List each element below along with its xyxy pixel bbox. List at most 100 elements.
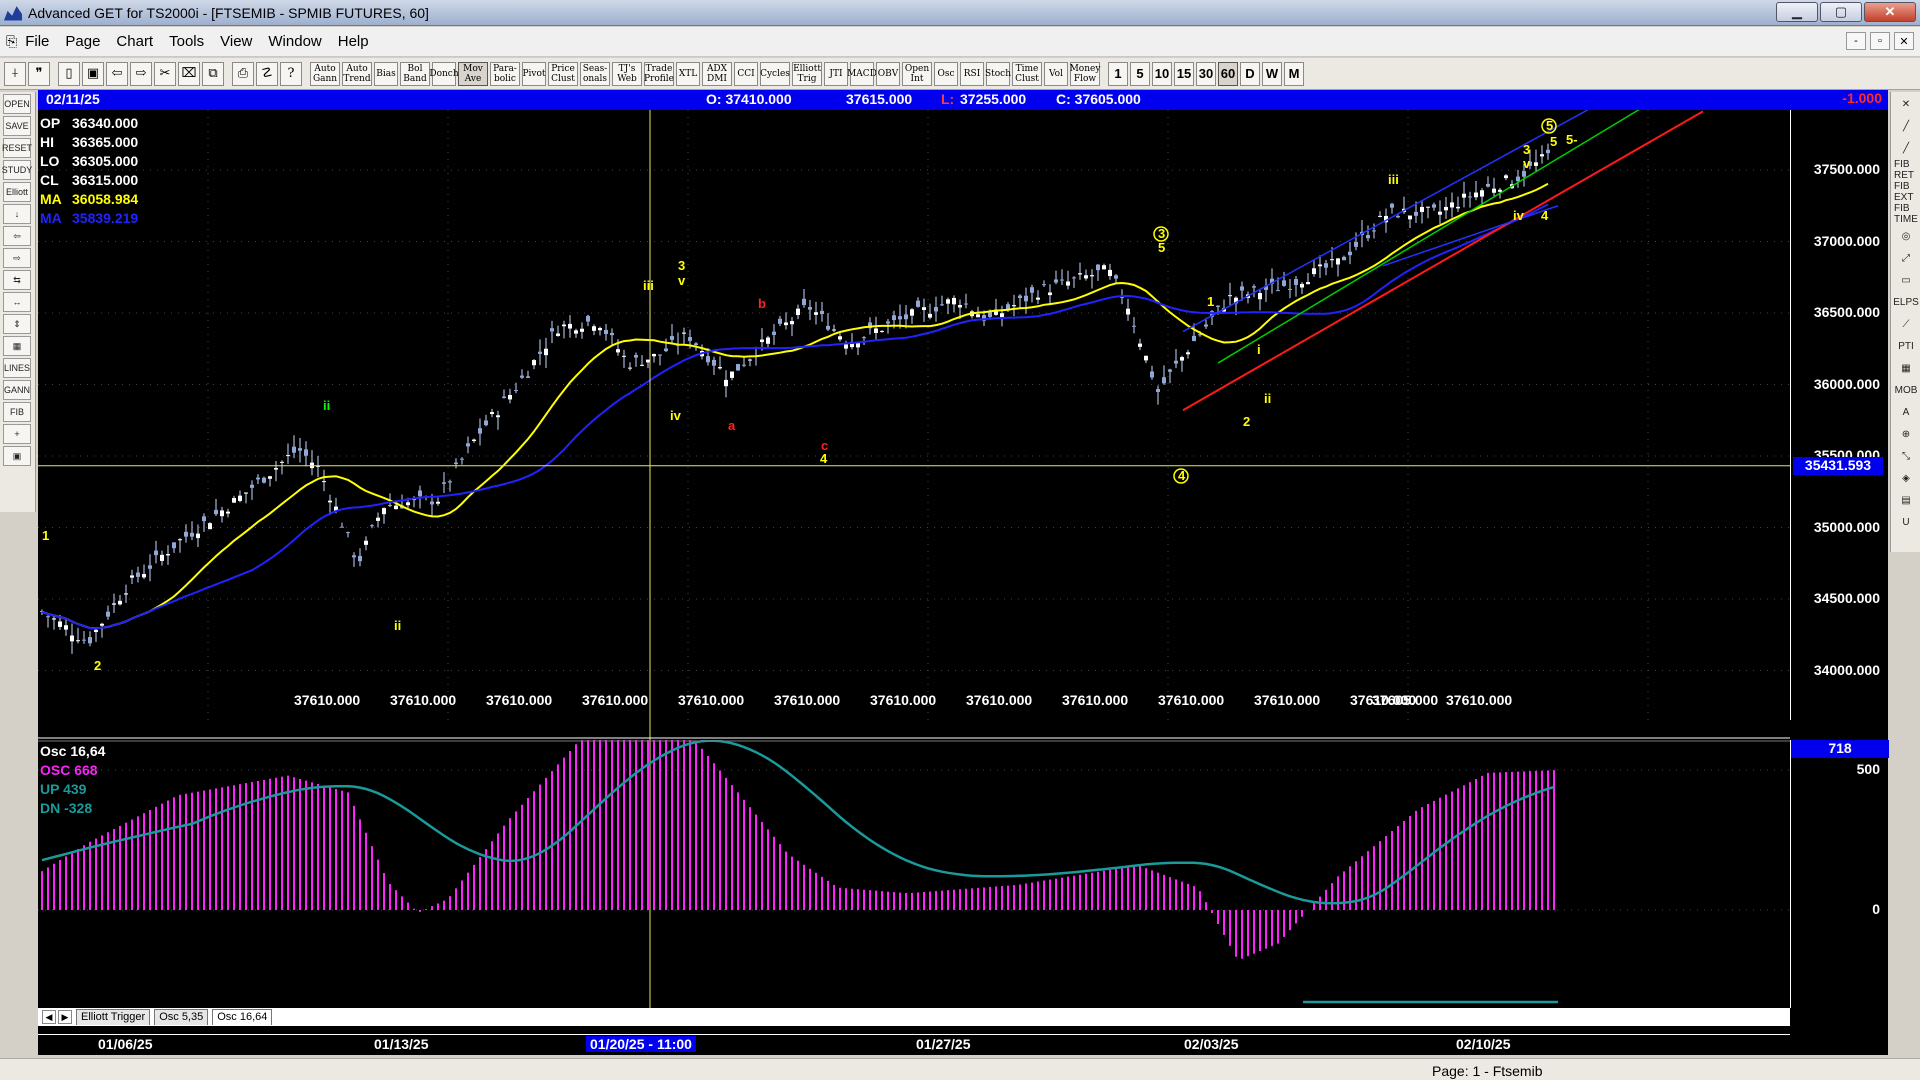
copy-icon[interactable]: ⧉ (202, 61, 224, 86)
document-icon[interactable]: ⎘ (6, 33, 17, 50)
tab-osc-5-35[interactable]: Osc 5,35 (154, 1009, 209, 1025)
right-tool-7-icon[interactable]: ⤢ (1894, 248, 1918, 268)
right-tool-14-icon[interactable]: A (1894, 402, 1918, 422)
study-money-flow-button[interactable]: Money Flow (1070, 61, 1100, 86)
right-tool-19-icon[interactable]: U (1894, 512, 1918, 532)
right-tool-6-icon[interactable]: ◎ (1894, 226, 1918, 246)
study-seas-onals-button[interactable]: Seas- onals (580, 61, 610, 86)
right-tool-8-icon[interactable]: ▭ (1894, 270, 1918, 290)
right-tool-11-icon[interactable]: PTI (1894, 336, 1918, 356)
tab-elliott-trigger[interactable]: Elliott Trigger (76, 1009, 151, 1025)
study-cycles-button[interactable]: Cycles (760, 61, 790, 86)
right-tool-4-icon[interactable]: FIB EXT (1894, 181, 1918, 203)
quote-icon[interactable]: ❞ (28, 61, 50, 86)
right-tool-17-icon[interactable]: ◈ (1894, 468, 1918, 488)
left-tool-5-icon[interactable]: ↓ (3, 204, 31, 224)
study-xtl-button[interactable]: XTL (676, 61, 700, 86)
study-bias-button[interactable]: Bias (374, 61, 398, 86)
mdi-minimize-button[interactable]: - (1846, 32, 1866, 50)
menu-tools[interactable]: Tools (169, 33, 204, 50)
mdi-restore-button[interactable]: ▫ (1870, 32, 1890, 50)
study-cci-button[interactable]: CCI (734, 61, 758, 86)
right-tool-10-icon[interactable]: ⟋ (1894, 314, 1918, 334)
study-pivot-button[interactable]: Pivot (522, 61, 546, 86)
study-elliott-trig-button[interactable]: Elliott Trig (792, 61, 822, 86)
study-mov-ave-button[interactable]: Mov Ave (458, 61, 488, 86)
new-page-icon[interactable]: ▯ (58, 61, 80, 86)
period-d-button[interactable]: D (1240, 61, 1260, 86)
right-tool-3-icon[interactable]: FIB RET (1894, 159, 1918, 181)
cut-icon[interactable]: ✂ (154, 61, 176, 86)
cancel-icon[interactable]: ⌧ (178, 61, 200, 86)
menu-view[interactable]: View (220, 33, 252, 50)
right-tool-18-icon[interactable]: ▤ (1894, 490, 1918, 510)
right-tool-0-icon[interactable]: ✕ (1894, 94, 1918, 114)
period-60-button[interactable]: 60 (1218, 61, 1238, 86)
period-30-button[interactable]: 30 (1196, 61, 1216, 86)
maximize-button[interactable]: ▢ (1820, 2, 1862, 22)
study-vol-button[interactable]: Vol (1044, 61, 1068, 86)
period-15-button[interactable]: 15 (1174, 61, 1194, 86)
right-tool-9-icon[interactable]: ELPS (1893, 292, 1919, 312)
left-tool-9-icon[interactable]: ↔ (3, 292, 31, 312)
study-donch-button[interactable]: Donch (429, 61, 459, 86)
menu-file[interactable]: File (25, 33, 49, 50)
study-osc-button[interactable]: Osc (934, 61, 958, 86)
left-tool-14-icon[interactable]: FIB (3, 402, 31, 422)
period-10-button[interactable]: 10 (1152, 61, 1172, 86)
period-m-button[interactable]: M (1284, 61, 1304, 86)
left-tool-13-icon[interactable]: GANN (3, 380, 31, 400)
back-icon[interactable]: ⇦ (106, 61, 128, 86)
menu-page[interactable]: Page (65, 33, 100, 50)
hint-icon[interactable]: ☡ (256, 61, 278, 86)
left-tool-2-icon[interactable]: RESET (2, 138, 32, 158)
period-w-button[interactable]: W (1262, 61, 1282, 86)
study-auto-trend-button[interactable]: Auto Trend (342, 61, 372, 86)
left-tool-10-icon[interactable]: ⇕ (3, 314, 31, 334)
tab-next-icon[interactable]: ▶ (58, 1010, 72, 1024)
study-time-clust-button[interactable]: Time Clust (1012, 61, 1042, 86)
study-trade-profile-button[interactable]: Trade Profile (644, 61, 674, 86)
close-button[interactable]: ✕ (1864, 2, 1916, 22)
left-tool-4-icon[interactable]: Elliott (3, 182, 31, 202)
right-tool-2-icon[interactable]: ╱ (1894, 138, 1918, 158)
study-macd-button[interactable]: MACD (847, 61, 877, 86)
study-para-bolic-button[interactable]: Para- bolic (490, 61, 520, 86)
left-tool-12-icon[interactable]: LINES (3, 358, 31, 378)
open-icon[interactable]: ▣ (82, 61, 104, 86)
study-auto-gann-button[interactable]: Auto Gann (310, 61, 340, 86)
mdi-close-button[interactable]: ✕ (1894, 32, 1914, 50)
right-tool-13-icon[interactable]: MOB (1894, 380, 1918, 400)
study-obv-button[interactable]: OBV (876, 61, 900, 86)
left-tool-6-icon[interactable]: ⇦ (3, 226, 31, 246)
left-tool-16-icon[interactable]: ▣ (3, 446, 31, 466)
left-tool-15-icon[interactable]: + (3, 424, 31, 444)
menu-help[interactable]: Help (338, 33, 369, 50)
forward-icon[interactable]: ⇨ (130, 61, 152, 86)
study-stoch-button[interactable]: Stoch (985, 61, 1011, 86)
tab-osc-16-64[interactable]: Osc 16,64 (212, 1009, 273, 1025)
print-icon[interactable]: ⎙ (232, 61, 254, 86)
right-tool-12-icon[interactable]: ▦ (1894, 358, 1918, 378)
study-rsi-button[interactable]: RSI (960, 61, 984, 86)
left-tool-7-icon[interactable]: ⇨ (3, 248, 31, 268)
menu-chart[interactable]: Chart (116, 33, 153, 50)
minimize-button[interactable]: ▁ (1776, 2, 1818, 22)
study-jti-button[interactable]: JTI (824, 61, 848, 86)
right-tool-16-icon[interactable]: ⤡ (1894, 446, 1918, 466)
study-bol-band-button[interactable]: Bol Band (400, 61, 430, 86)
right-tool-5-icon[interactable]: FIB TIME (1894, 203, 1918, 225)
period-1-button[interactable]: 1 (1108, 61, 1128, 86)
price-chart-canvas[interactable]: 12iiiiiii3vivabc435412iiiiii3viv 45 5-5376… (38, 110, 1790, 740)
left-tool-8-icon[interactable]: ⇆ (3, 270, 31, 290)
study-price-clust-button[interactable]: Price Clust (548, 61, 578, 86)
oscillator-canvas[interactable] (38, 740, 1790, 1008)
left-tool-3-icon[interactable]: STUDY (2, 160, 32, 180)
pin-icon[interactable]: ⍭ (4, 61, 26, 86)
right-tool-1-icon[interactable]: ╱ (1894, 116, 1918, 136)
right-tool-15-icon[interactable]: ⊕ (1894, 424, 1918, 444)
help-icon[interactable]: ? (280, 61, 302, 86)
tab-prev-icon[interactable]: ◀ (42, 1010, 56, 1024)
period-5-button[interactable]: 5 (1130, 61, 1150, 86)
menu-window[interactable]: Window (268, 33, 321, 50)
